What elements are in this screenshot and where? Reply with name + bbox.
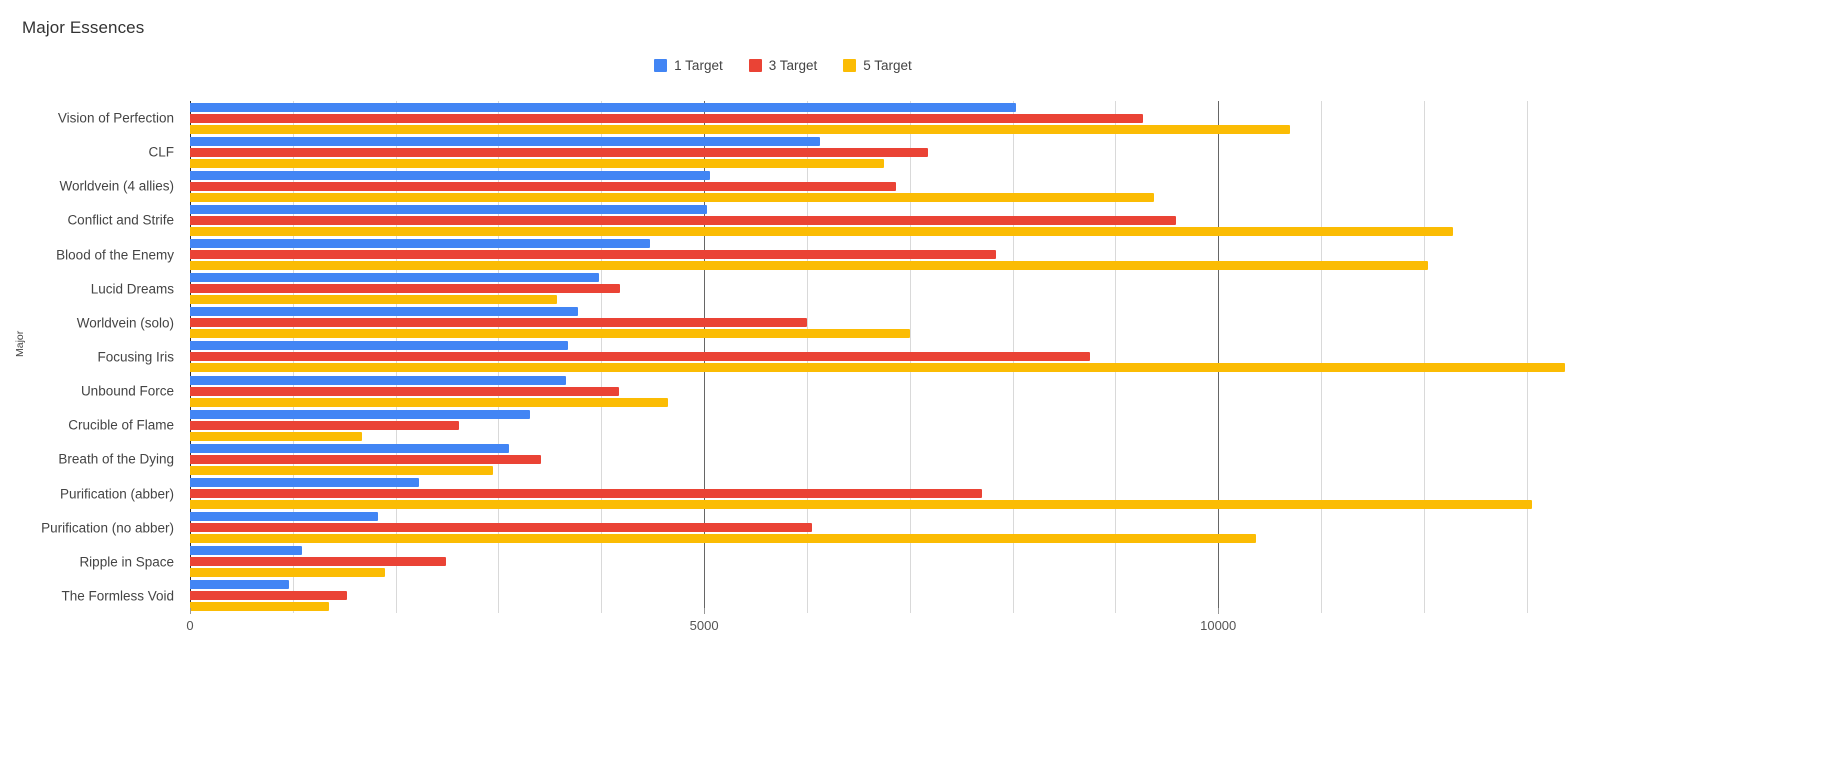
bar[interactable] — [190, 226, 1453, 236]
bar-group — [190, 169, 1539, 203]
bar[interactable] — [190, 192, 1155, 202]
x-axis-tick-label: 0 — [186, 618, 194, 633]
bar[interactable] — [190, 397, 669, 407]
bar-group — [190, 272, 1539, 306]
bar[interactable] — [190, 158, 885, 168]
y-axis-label: Vision of Perfection — [57, 110, 174, 126]
bar[interactable] — [190, 113, 1144, 123]
y-axis-label: Ripple in Space — [79, 554, 174, 570]
bar[interactable] — [190, 478, 420, 488]
y-axis-label: Unbound Force — [80, 383, 174, 399]
bar[interactable] — [190, 386, 619, 396]
bar[interactable] — [190, 204, 708, 214]
bar[interactable] — [190, 170, 711, 180]
x-tick-mark — [1218, 608, 1220, 614]
y-axis-label: Worldvein (4 allies) — [59, 178, 174, 194]
y-axis-label: Conflict and Strife — [67, 212, 174, 228]
legend-label: 5 Target — [863, 58, 912, 73]
bar[interactable] — [190, 318, 807, 328]
bar[interactable] — [190, 500, 1532, 510]
bar[interactable] — [190, 352, 1090, 362]
x-axis-tick-label: 5000 — [689, 618, 719, 633]
bar[interactable] — [190, 557, 447, 567]
legend-label: 3 Target — [768, 58, 818, 73]
x-tick-mark — [190, 608, 191, 614]
bar[interactable] — [190, 489, 982, 499]
bar-chart: Major Essences 1 Target 3 Target 5 Target … — [0, 0, 1830, 762]
bar-group — [190, 306, 1539, 340]
bar[interactable] — [190, 420, 460, 430]
bar[interactable] — [190, 102, 1016, 112]
bar-group — [190, 203, 1539, 237]
bar[interactable] — [190, 591, 348, 601]
bar[interactable] — [190, 239, 650, 249]
bar[interactable] — [190, 465, 494, 475]
bar[interactable] — [190, 363, 1565, 373]
y-axis-label: Purification (no abber) — [41, 520, 174, 536]
legend-item[interactable]: 3 Target — [748, 58, 818, 73]
bar[interactable] — [190, 546, 303, 556]
bar-group — [190, 374, 1539, 408]
bar-group — [190, 511, 1539, 545]
bar-group — [190, 340, 1565, 374]
bar-group — [190, 476, 1539, 510]
bar[interactable] — [190, 454, 541, 464]
bar[interactable] — [190, 273, 600, 283]
bar[interactable] — [190, 215, 1177, 225]
bar[interactable] — [190, 329, 910, 339]
x-axis-ticks: 0 5000 10000 — [186, 608, 1539, 642]
y-axis-label: The Formless Void — [61, 588, 174, 604]
bar-rows — [190, 101, 1565, 613]
bar[interactable] — [190, 181, 897, 191]
bar[interactable] — [190, 602, 329, 612]
bar[interactable] — [190, 341, 569, 351]
y-axis-label: Worldvein (solo) — [76, 315, 174, 331]
bar-group — [190, 579, 1539, 613]
x-axis-tick-label: 10000 — [1200, 618, 1237, 633]
y-axis-label: Focusing Iris — [97, 349, 174, 365]
bar[interactable] — [190, 284, 620, 294]
bar[interactable] — [190, 534, 1257, 544]
legend-item[interactable]: 5 Target — [843, 58, 912, 73]
bar[interactable] — [190, 375, 567, 385]
bar-group — [190, 442, 1539, 476]
bar[interactable] — [190, 147, 929, 157]
legend-swatch-icon — [748, 59, 762, 72]
bar-group — [190, 135, 1539, 169]
bar[interactable] — [190, 523, 813, 533]
bar[interactable] — [190, 307, 578, 317]
y-axis-label: Crucible of Flame — [68, 417, 174, 433]
bar-group — [190, 545, 1539, 579]
legend-swatch-icon — [843, 59, 857, 72]
bar-group — [190, 101, 1539, 135]
bar[interactable] — [190, 295, 558, 305]
y-axis-label: Lucid Dreams — [90, 281, 174, 297]
bar[interactable] — [190, 124, 1291, 134]
bar[interactable] — [190, 443, 509, 453]
bar[interactable] — [190, 250, 997, 260]
y-axis-label: Breath of the Dying — [58, 451, 174, 467]
y-axis-labels: Vision of Perfection CLF Worldvein (4 alli… — [0, 101, 184, 613]
legend-item[interactable]: 1 Target — [654, 58, 723, 73]
plot-area — [190, 101, 1565, 613]
bar[interactable] — [190, 409, 531, 419]
x-tick-mark — [704, 608, 706, 614]
bar-group — [190, 408, 1539, 442]
bar[interactable] — [190, 580, 289, 590]
y-axis-label: CLF — [148, 144, 174, 160]
bar[interactable] — [190, 512, 379, 522]
bar[interactable] — [190, 261, 1428, 271]
bar[interactable] — [190, 136, 821, 146]
legend-label: 1 Target — [674, 58, 723, 73]
chart-title: Major Essences — [22, 18, 145, 37]
bar[interactable] — [190, 431, 362, 441]
chart-legend: 1 Target 3 Target 5 Target — [0, 58, 1566, 73]
y-axis-label: Blood of the Enemy — [56, 247, 174, 263]
legend-swatch-icon — [654, 59, 668, 72]
bar[interactable] — [190, 568, 386, 578]
bar-group — [190, 238, 1539, 272]
y-axis-label: Purification (abber) — [59, 486, 174, 502]
